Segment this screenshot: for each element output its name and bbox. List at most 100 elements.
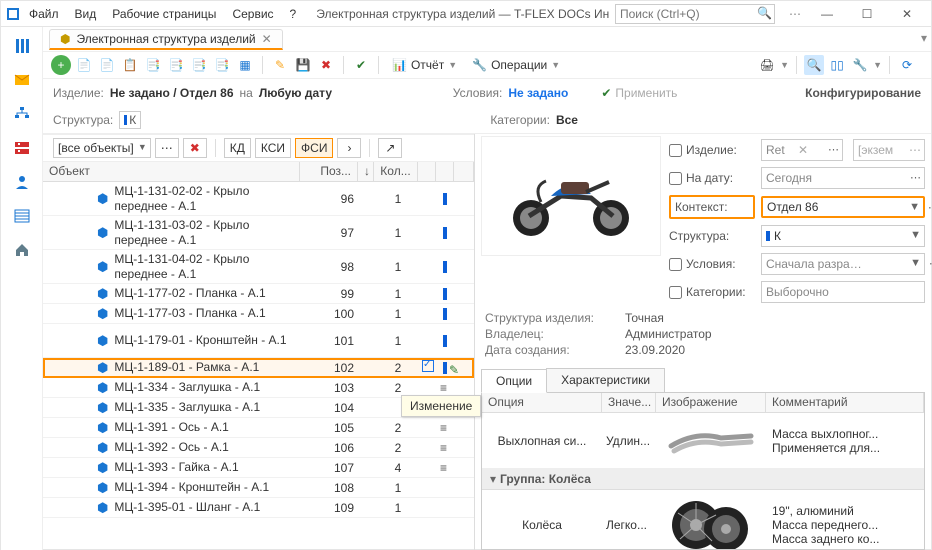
cad-icon[interactable]: ▦ <box>235 55 255 75</box>
table-row[interactable]: ⬢МЦ-1-391 - Ось - А.11052≡ <box>43 418 474 438</box>
group-wheels[interactable]: ▾Группа: Колёса <box>482 469 924 490</box>
menu-service[interactable]: Сервис <box>224 7 281 21</box>
row-pos: 106 <box>302 441 360 455</box>
menu-file[interactable]: Файл <box>21 7 67 21</box>
conditions-field[interactable]: Сначала разра…▼⋯ <box>761 253 925 275</box>
structure-chip[interactable]: К <box>119 111 141 129</box>
col-pos[interactable]: Поз... <box>300 162 358 181</box>
table-row[interactable]: ⬢МЦ-1-393 - Гайка - А.11074≡ <box>43 458 474 478</box>
date-checkbox[interactable] <box>669 172 682 185</box>
tab-characteristics[interactable]: Характеристики <box>546 368 665 392</box>
menu-worksheets[interactable]: Рабочие страницы <box>104 7 224 21</box>
tab-options[interactable]: Опции <box>481 369 547 393</box>
categories-checkbox[interactable] <box>669 286 682 299</box>
row-qty: 2 <box>376 361 420 375</box>
row-qty: 1 <box>376 260 420 274</box>
table-row[interactable]: ⬢МЦ-1-394 - Кронштейн - А.11081 <box>43 478 474 498</box>
categories-value[interactable]: Все <box>556 113 578 127</box>
table-row[interactable]: ⬢МЦ-1-131-02-02 - Крыло переднее - А.196… <box>43 182 474 216</box>
product-checkbox[interactable] <box>669 144 682 157</box>
menu-help[interactable]: ? <box>282 7 305 21</box>
tab-structure[interactable]: ⬢ Электронная структура изделий ✕ <box>49 29 283 50</box>
list2-icon[interactable]: 📑 <box>166 55 186 75</box>
magnify-icon[interactable]: 🔍 <box>804 55 824 75</box>
chevron-down-icon[interactable]: ▾ <box>921 31 927 45</box>
structure-field[interactable]: К▼ <box>761 225 925 247</box>
sidebar-org-icon[interactable] <box>9 101 35 127</box>
clear-filter-icon[interactable]: ✖ <box>183 138 207 158</box>
search-icon[interactable]: 🔍 <box>757 6 772 20</box>
check-edit-icon[interactable]: ✔ <box>351 55 371 75</box>
col-qty[interactable]: Кол... <box>374 162 418 181</box>
sidebar-books-icon[interactable] <box>9 33 35 59</box>
report-dropdown[interactable]: 📊 Отчёт ▼ <box>386 55 463 75</box>
date-value[interactable]: Любую дату <box>259 86 332 100</box>
edit-pencil-icon[interactable]: ✎ <box>449 363 459 377</box>
rcol-image[interactable]: Изображение <box>656 393 766 412</box>
rcol-option[interactable]: Опция <box>482 393 602 412</box>
table-row[interactable]: ⬢МЦ-1-395-01 - Шланг - А.11091 <box>43 498 474 518</box>
date-field[interactable]: Сегодня⋯ <box>761 167 925 189</box>
objects-combo[interactable]: [все объекты] ▼ <box>53 138 151 158</box>
table-row[interactable]: ⬢МЦ-1-189-01 - Рамка - А.11022 <box>43 358 474 378</box>
maximize-button[interactable]: ☐ <box>847 3 887 25</box>
product-field[interactable]: Ret✕⋯ <box>761 139 843 161</box>
sidebar-home-icon[interactable] <box>9 237 35 263</box>
tab-close-icon[interactable]: ✕ <box>262 32 272 46</box>
apply-button[interactable]: ✔ Применить <box>594 83 684 103</box>
ksi-button[interactable]: КСИ <box>255 138 291 158</box>
table-row[interactable]: ⬢МЦ-1-179-01 - Кронштейн - А.11011 <box>43 324 474 358</box>
goto-icon[interactable]: ⋯ <box>155 138 179 158</box>
menu-view[interactable]: Вид <box>67 7 105 21</box>
sidebar-table-icon[interactable] <box>9 203 35 229</box>
context-field[interactable]: Отдел 86▼⋯ <box>761 196 925 218</box>
more-dots[interactable]: ⋯ <box>783 7 807 21</box>
list4-icon[interactable]: 📑 <box>212 55 232 75</box>
table-row[interactable]: ⬢МЦ-1-177-02 - Планка - А.1991 <box>43 284 474 304</box>
col-arrow[interactable]: ↓ <box>358 162 374 181</box>
wrench2-icon[interactable]: 🔧 <box>850 55 870 75</box>
layout-icon[interactable]: ▯▯ <box>827 55 847 75</box>
table-row[interactable]: ⬢МЦ-1-392 - Ось - А.11062≡ <box>43 438 474 458</box>
categories-field[interactable]: Выборочно <box>761 281 925 303</box>
delete-doc-icon[interactable]: ✖ <box>316 55 336 75</box>
operations-dropdown[interactable]: 🔧 Операции ▼ <box>466 55 566 75</box>
rcol-comment[interactable]: Комментарий <box>766 393 924 412</box>
fsi-button[interactable]: ФСИ <box>295 138 333 158</box>
doc1-icon[interactable]: 📄 <box>74 55 94 75</box>
expand-icon[interactable]: ↗ <box>378 138 402 158</box>
product-field2[interactable]: [экзем⋯ <box>853 139 925 161</box>
table-row[interactable]: ⬢МЦ-1-131-04-02 - Крыло переднее - А.198… <box>43 250 474 284</box>
search-input[interactable] <box>615 4 775 24</box>
rcol-value[interactable]: Значе... <box>602 393 656 412</box>
print-icon[interactable]: 🖨 <box>757 55 777 75</box>
kd-button[interactable]: КД <box>224 138 251 158</box>
save-icon[interactable]: 💾 <box>293 55 313 75</box>
sidebar-archive-icon[interactable] <box>9 135 35 161</box>
sidebar-mail-icon[interactable] <box>9 67 35 93</box>
close-button[interactable]: ✕ <box>887 3 927 25</box>
clipboard-icon[interactable]: 📋 <box>120 55 140 75</box>
product-value[interactable]: Не задано / Отдел 86 <box>110 86 234 100</box>
list3-icon[interactable]: 📑 <box>189 55 209 75</box>
opt-value: Легко... <box>602 518 656 532</box>
refresh-icon[interactable]: ⟳ <box>897 55 917 75</box>
meta-created-value: 23.09.2020 <box>625 343 685 357</box>
col-object[interactable]: Объект <box>43 162 300 181</box>
option-row-wheels[interactable]: Колёса Легко... 19", алюминий Масса пере <box>482 490 924 550</box>
exhaust-icon <box>666 426 756 456</box>
scroll-right-icon[interactable]: › <box>337 138 361 158</box>
sidebar-user-icon[interactable] <box>9 169 35 195</box>
table-row[interactable]: ⬢МЦ-1-131-03-02 - Крыло переднее - А.197… <box>43 216 474 250</box>
conditions-checkbox[interactable] <box>669 258 682 271</box>
table-row[interactable]: ⬢МЦ-1-177-03 - Планка - А.11001 <box>43 304 474 324</box>
add-button[interactable]: + <box>51 55 71 75</box>
conditions-value[interactable]: Не задано <box>508 86 568 100</box>
list-icon[interactable]: 📑 <box>143 55 163 75</box>
doc2-icon[interactable]: 📄 <box>97 55 117 75</box>
minimize-button[interactable]: — <box>807 3 847 25</box>
menu-icon: ≡ <box>440 381 450 395</box>
pencil-icon[interactable]: ✎ <box>270 55 290 75</box>
product-label: Изделие: <box>53 86 104 100</box>
option-row[interactable]: Выхлопная си... Удлин... Масса выхлопног… <box>482 413 924 469</box>
